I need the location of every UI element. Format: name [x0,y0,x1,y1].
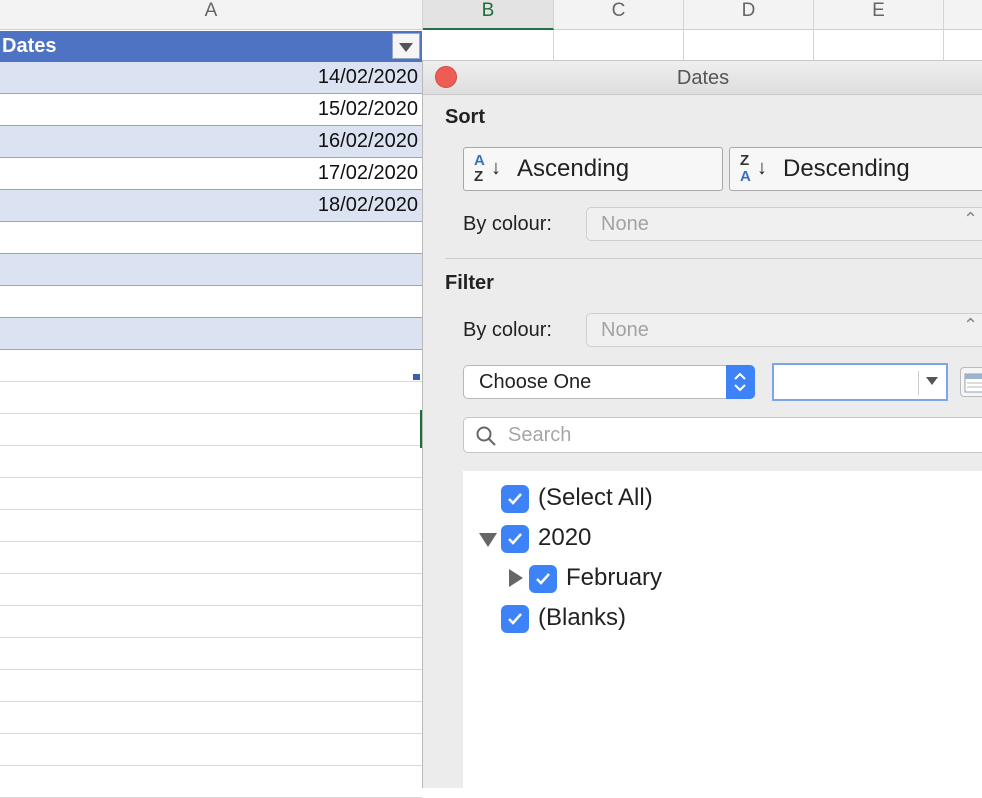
sort-ascending-button[interactable]: A Z ↓ Ascending [463,147,723,191]
filter-by-colour-select[interactable]: None ⌃ [586,313,982,347]
sort-by-colour-value: None [601,213,649,235]
column-header-b[interactable]: B [423,0,554,30]
sort-descending-button[interactable]: Z A ↓ Descending [729,147,982,191]
combo-divider [918,371,919,395]
cell-b1[interactable] [423,30,554,62]
table-row[interactable] [0,286,422,318]
descending-label: Descending [783,155,910,182]
sheet-row[interactable] [0,574,422,606]
calendar-icon [964,373,982,393]
cell-e1[interactable] [814,30,944,62]
sheet-row[interactable] [0,542,422,574]
table-header-label: Dates [2,35,57,57]
date-cell: 16/02/2020 [317,130,418,152]
column-header-f[interactable] [944,0,982,30]
filter-by-colour-value: None [601,319,649,341]
disclosure-collapsed-icon[interactable] [509,569,523,587]
filter-dropdown-button[interactable] [392,33,420,59]
table-row[interactable] [0,254,422,286]
sheet-row[interactable] [0,478,422,510]
item-label: February [566,564,663,591]
stepper-icon: ⌃ [963,209,979,229]
checkbox-february[interactable] [529,565,557,593]
filter-panel: Dates Sort A Z ↓ Ascending Z A ↓ Descend… [422,60,982,789]
cell-d1[interactable] [684,30,814,62]
filter-by-colour-label: By colour: [463,319,552,341]
item-label: (Blanks) [538,604,627,631]
cell-f1[interactable] [944,30,982,62]
date-cell: 15/02/2020 [317,98,418,120]
table-header-cell[interactable]: Dates [0,31,422,62]
disclosure-expanded-icon[interactable] [479,533,497,547]
checkbox-2020[interactable] [501,525,529,553]
stepper-icon: ⌃ [963,315,979,335]
column-header-c[interactable]: C [554,0,684,30]
panel-title: Dates [676,67,730,89]
filter-values-list: (Select All) 2020 February (Blanks) [463,471,982,789]
list-item[interactable]: February [463,559,982,595]
sort-by-colour-label: By colour: [463,213,552,235]
checkbox-select-all[interactable] [501,485,529,513]
filter-section-label: Filter [445,272,494,294]
date-cell: 14/02/2020 [317,66,418,88]
item-label: (Select All) [538,484,653,511]
close-button[interactable] [435,66,457,88]
panel-title-bar[interactable]: Dates [423,61,982,95]
list-item[interactable]: (Blanks) [463,599,982,635]
chevron-down-icon[interactable] [926,377,938,385]
calendar-button[interactable] [960,367,982,397]
table-row[interactable] [0,350,422,382]
table-row[interactable]: 18/02/2020 [0,190,422,222]
cell-c1[interactable] [554,30,684,62]
item-label: 2020 [538,524,592,551]
sheet-row[interactable] [0,670,422,702]
sheet-row[interactable] [0,510,422,542]
section-divider [445,258,982,259]
date-cell: 18/02/2020 [317,194,418,216]
table-row[interactable] [0,222,422,254]
table-row[interactable]: 14/02/2020 [0,62,422,94]
sheet-row[interactable] [0,446,422,478]
sheet-row[interactable] [0,734,422,766]
search-icon [476,426,496,446]
condition-value: Choose One [479,371,592,393]
sheet-row[interactable] [0,606,422,638]
search-field[interactable]: Search [463,417,982,453]
column-header-e[interactable]: E [814,0,944,30]
condition-select[interactable]: Choose One [463,365,755,399]
sheet-row[interactable] [0,702,422,734]
ascending-label: Ascending [517,155,630,182]
updown-arrows-icon [726,365,755,399]
list-item[interactable]: (Select All) [463,479,982,515]
date-cell: 17/02/2020 [317,162,418,184]
column-header-a[interactable]: A [0,0,423,30]
sheet-row[interactable] [0,414,422,446]
table-row[interactable]: 15/02/2020 [0,94,422,126]
sheet-row[interactable] [0,638,422,670]
table-resize-handle[interactable] [413,374,420,380]
table-row[interactable] [0,318,422,350]
table-row[interactable]: 16/02/2020 [0,126,422,158]
table-row[interactable]: 17/02/2020 [0,158,422,190]
checkbox-blanks[interactable] [501,605,529,633]
list-item[interactable]: 2020 [463,519,982,555]
value-combobox[interactable] [772,363,948,401]
search-placeholder: Search [508,424,572,446]
sheet-row[interactable] [0,766,422,798]
column-header-d[interactable]: D [684,0,814,30]
sheet-row[interactable] [0,382,422,414]
sort-by-colour-select[interactable]: None ⌃ [586,207,982,241]
sort-section-label: Sort [445,106,485,128]
